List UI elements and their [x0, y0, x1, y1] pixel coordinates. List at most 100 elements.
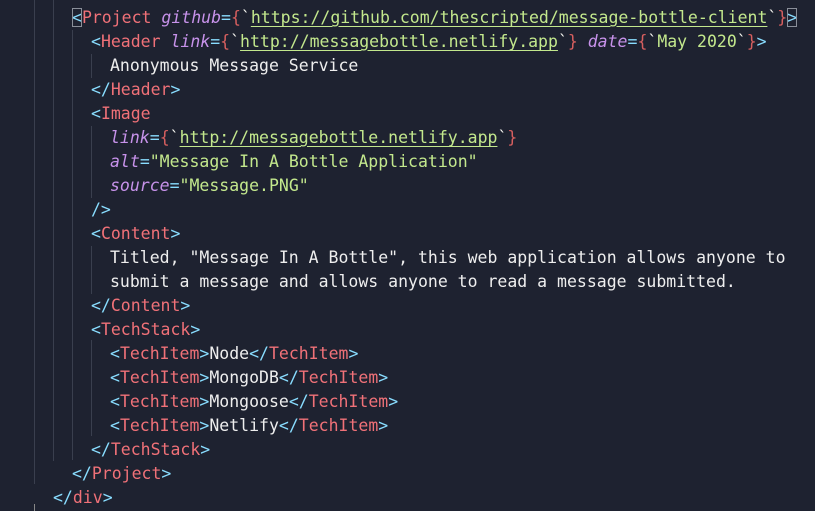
code-line[interactable]: alt="Message In A Bottle Application" [110, 150, 478, 174]
tag-close-bracket: > [200, 440, 211, 459]
tag-name: Content [110, 296, 181, 315]
equals-sign: = [221, 8, 231, 27]
code-line[interactable]: </Header> [91, 78, 180, 102]
tag-open-bracket: < [110, 344, 120, 363]
tag-name: Header [100, 32, 161, 51]
tag-close-bracket: > [102, 488, 113, 507]
tag-close-bracket: > [199, 344, 210, 363]
tag-name: TechItem [268, 344, 349, 363]
code-line[interactable]: Titled, "Message In A Bottle", this web … [110, 246, 786, 270]
tag-name: TechItem [119, 416, 200, 435]
code-line[interactable]: source="Message.PNG" [110, 174, 309, 198]
brace-close: } [777, 8, 788, 27]
backtick: ` [497, 128, 508, 147]
code-line[interactable]: link={`http://messagebottle.netlify.app`… [110, 126, 517, 150]
tag-close-bracket: > [378, 368, 389, 387]
equals-sign: = [169, 176, 180, 195]
equals-sign: = [210, 32, 221, 51]
tag-name: Content [100, 224, 171, 243]
site-url-link[interactable]: http://messagebottle.netlify.app [240, 32, 558, 51]
tag-name: TechItem [119, 368, 200, 387]
tag-close-bracket: > [199, 368, 210, 387]
code-line[interactable]: Anonymous Message Service [110, 54, 358, 78]
content-text: submit a message and allows anyone to re… [110, 272, 736, 291]
image-url-link[interactable]: http://messagebottle.netlify.app [180, 128, 498, 147]
github-url-link[interactable]: https://github.com/thescripted/message-b… [251, 8, 768, 27]
backtick: ` [647, 32, 658, 51]
backtick: ` [736, 32, 747, 51]
tag-open-bracket: < [72, 8, 82, 27]
attribute-name: link [110, 128, 150, 147]
text-cursor [34, 504, 35, 511]
attribute-name: source [110, 176, 170, 195]
tag-close-bracket: > [756, 32, 767, 51]
brace-close: } [746, 32, 757, 51]
code-line[interactable]: <Image [91, 102, 151, 126]
code-line[interactable]: <TechItem>MongoDB</TechItem> [110, 366, 388, 390]
indent-guide [34, 0, 35, 484]
backtick: ` [169, 128, 180, 147]
tag-open-bracket: </ [91, 440, 111, 459]
brace-open: { [637, 32, 648, 51]
self-closing-bracket: /> [91, 200, 111, 219]
tag-name: TechItem [298, 416, 379, 435]
code-line[interactable]: </Project> [72, 462, 171, 486]
code-line[interactable]: /> [91, 198, 111, 222]
code-line[interactable]: <TechStack> [91, 318, 200, 342]
tag-open-bracket: </ [91, 296, 111, 315]
source-string: "Message.PNG" [179, 176, 309, 195]
tag-close-bracket: > [199, 392, 210, 411]
tag-name: TechItem [119, 344, 200, 363]
attribute-name: github [161, 8, 222, 27]
tag-open-bracket: < [91, 104, 101, 123]
tag-name: TechItem [308, 392, 389, 411]
alt-string: "Message In A Bottle Application" [149, 152, 478, 171]
tag-open-bracket: </ [278, 368, 299, 387]
tag-name: Image [100, 104, 151, 123]
tag-close-bracket: > [388, 392, 399, 411]
code-line[interactable]: <TechItem>Node</TechItem> [110, 342, 358, 366]
attribute-name: link [170, 32, 211, 51]
tag-open-bracket: < [110, 368, 120, 387]
tag-open-bracket: < [91, 320, 101, 339]
code-line[interactable]: </div> [53, 486, 113, 510]
tag-name: TechStack [110, 440, 201, 459]
backtick: ` [240, 8, 251, 27]
brace-open: { [220, 32, 231, 51]
tag-open-bracket: </ [72, 464, 92, 483]
tag-open-bracket: </ [288, 392, 309, 411]
tag-open-bracket: </ [278, 416, 299, 435]
tech-item-text: Node [209, 344, 250, 363]
tag-name: TechStack [100, 320, 191, 339]
tag-close-bracket: > [378, 416, 389, 435]
code-line[interactable]: submit a message and allows anyone to re… [110, 270, 736, 294]
code-line[interactable]: <TechItem>Mongoose</TechItem> [110, 390, 398, 414]
tag-open-bracket: </ [91, 80, 111, 99]
code-editor[interactable]: <Project github={`https://github.com/the… [0, 0, 815, 511]
brace-open: { [159, 128, 170, 147]
brace-close: } [567, 32, 578, 51]
indent-guide [53, 0, 54, 461]
tag-close-bracket: > [348, 344, 359, 363]
tag-name: Project [81, 8, 152, 27]
code-line[interactable]: </TechStack> [91, 438, 210, 462]
tag-open-bracket: < [110, 392, 120, 411]
brace-open: { [230, 8, 241, 27]
tech-item-text: Netlify [209, 416, 279, 435]
indent-guide [91, 126, 92, 198]
code-line[interactable]: <Header link={`http://messagebottle.netl… [91, 30, 767, 54]
tag-name: Header [110, 80, 171, 99]
tech-item-text: MongoDB [209, 368, 279, 387]
tech-item-text: Mongoose [209, 392, 289, 411]
backtick: ` [230, 32, 241, 51]
code-line[interactable]: <TechItem>Netlify</TechItem> [110, 414, 388, 438]
backtick: ` [557, 32, 568, 51]
code-line[interactable]: <Content> [91, 222, 180, 246]
header-text: Anonymous Message Service [110, 56, 359, 75]
tag-open-bracket: < [110, 416, 120, 435]
code-line[interactable]: <Project github={`https://github.com/the… [72, 6, 798, 30]
code-line[interactable]: </Content> [91, 294, 190, 318]
backtick: ` [767, 8, 778, 27]
attribute-name: date [587, 32, 628, 51]
equals-sign: = [149, 128, 160, 147]
